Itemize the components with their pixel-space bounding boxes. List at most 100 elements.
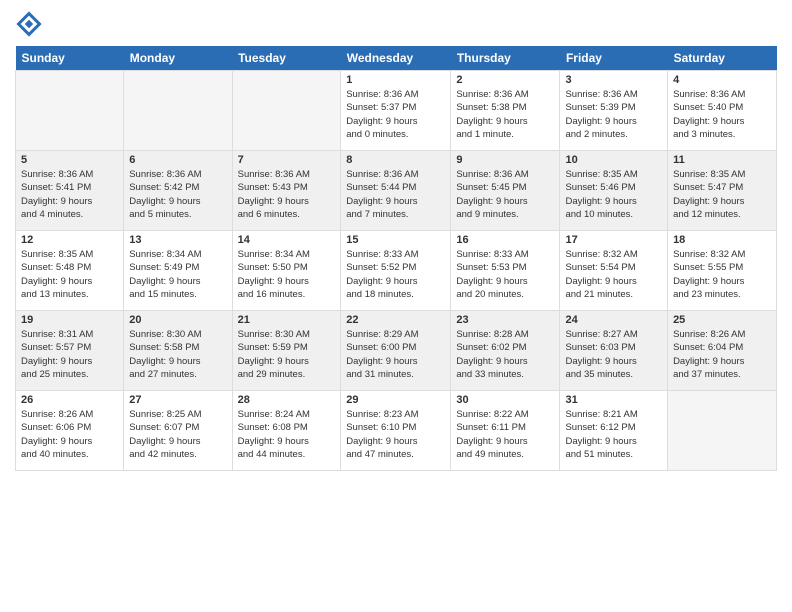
day-cell: 24 Sunrise: 8:27 AM Sunset: 6:03 PM Dayli…	[560, 311, 668, 391]
calendar: SundayMondayTuesdayWednesdayThursdayFrid…	[15, 46, 777, 471]
day-cell: 28Sunrise: 8:24 AM Sunset: 6:08 PM Dayli…	[232, 391, 341, 471]
weekday-header-monday: Monday	[124, 46, 232, 71]
day-info: Sunrise: 8:33 AM Sunset: 5:53 PM Dayligh…	[456, 248, 554, 301]
day-cell: 21 Sunrise: 8:30 AM Sunset: 5:59 PM Dayli…	[232, 311, 341, 391]
logo	[15, 10, 45, 38]
day-info: Sunrise: 8:36 AM Sunset: 5:41 PM Dayligh…	[21, 168, 118, 221]
day-info: Sunrise: 8:34 AM Sunset: 5:49 PM Dayligh…	[129, 248, 226, 301]
day-number: 15	[346, 234, 445, 246]
day-cell: 30 Sunrise: 8:22 AM Sunset: 6:11 PM Dayli…	[451, 391, 560, 471]
day-number: 7	[238, 154, 336, 166]
day-cell: 29Sunrise: 8:23 AM Sunset: 6:10 PM Dayli…	[341, 391, 451, 471]
week-row-3: 19 Sunrise: 8:31 AM Sunset: 5:57 PM Dayli…	[16, 311, 777, 391]
day-cell: 11 Sunrise: 8:35 AM Sunset: 5:47 PM Dayli…	[668, 151, 777, 231]
day-info: Sunrise: 8:28 AM Sunset: 6:02 PM Dayligh…	[456, 328, 554, 381]
weekday-header-saturday: Saturday	[668, 46, 777, 71]
day-number: 21	[238, 314, 336, 326]
day-cell: 27 Sunrise: 8:25 AM Sunset: 6:07 PM Dayli…	[124, 391, 232, 471]
day-cell: 4 Sunrise: 8:36 AM Sunset: 5:40 PM Daylig…	[668, 71, 777, 151]
day-info: Sunrise: 8:27 AM Sunset: 6:03 PM Dayligh…	[565, 328, 662, 381]
day-number: 26	[21, 394, 118, 406]
day-number: 29	[346, 394, 445, 406]
day-number: 10	[565, 154, 662, 166]
day-info: Sunrise: 8:22 AM Sunset: 6:11 PM Dayligh…	[456, 408, 554, 461]
day-number: 31	[565, 394, 662, 406]
day-cell: 3 Sunrise: 8:36 AM Sunset: 5:39 PM Daylig…	[560, 71, 668, 151]
week-row-0: 1Sunrise: 8:36 AM Sunset: 5:37 PM Daylig…	[16, 71, 777, 151]
day-info: Sunrise: 8:33 AM Sunset: 5:52 PM Dayligh…	[346, 248, 445, 301]
day-cell: 10 Sunrise: 8:35 AM Sunset: 5:46 PM Dayli…	[560, 151, 668, 231]
day-info: Sunrise: 8:36 AM Sunset: 5:40 PM Dayligh…	[673, 88, 771, 141]
day-number: 17	[565, 234, 662, 246]
day-cell: 19 Sunrise: 8:31 AM Sunset: 5:57 PM Dayli…	[16, 311, 124, 391]
day-info: Sunrise: 8:34 AM Sunset: 5:50 PM Dayligh…	[238, 248, 336, 301]
day-number: 9	[456, 154, 554, 166]
day-cell: 6 Sunrise: 8:36 AM Sunset: 5:42 PM Daylig…	[124, 151, 232, 231]
day-number: 22	[346, 314, 445, 326]
day-info: Sunrise: 8:31 AM Sunset: 5:57 PM Dayligh…	[21, 328, 118, 381]
day-info: Sunrise: 8:21 AM Sunset: 6:12 PM Dayligh…	[565, 408, 662, 461]
day-cell: 12Sunrise: 8:35 AM Sunset: 5:48 PM Dayli…	[16, 231, 124, 311]
logo-icon	[15, 10, 43, 38]
day-info: Sunrise: 8:36 AM Sunset: 5:38 PM Dayligh…	[456, 88, 554, 141]
day-number: 27	[129, 394, 226, 406]
page-container: SundayMondayTuesdayWednesdayThursdayFrid…	[0, 0, 792, 612]
day-cell: 22 Sunrise: 8:29 AM Sunset: 6:00 PM Dayli…	[341, 311, 451, 391]
day-cell: 26 Sunrise: 8:26 AM Sunset: 6:06 PM Dayli…	[16, 391, 124, 471]
day-number: 20	[129, 314, 226, 326]
day-number: 8	[346, 154, 445, 166]
week-row-2: 12Sunrise: 8:35 AM Sunset: 5:48 PM Dayli…	[16, 231, 777, 311]
day-cell: 9 Sunrise: 8:36 AM Sunset: 5:45 PM Daylig…	[451, 151, 560, 231]
day-cell: 1Sunrise: 8:36 AM Sunset: 5:37 PM Daylig…	[341, 71, 451, 151]
day-cell: 5 Sunrise: 8:36 AM Sunset: 5:41 PM Daylig…	[16, 151, 124, 231]
weekday-header-sunday: Sunday	[16, 46, 124, 71]
day-cell	[124, 71, 232, 151]
day-info: Sunrise: 8:25 AM Sunset: 6:07 PM Dayligh…	[129, 408, 226, 461]
day-cell	[16, 71, 124, 151]
day-info: Sunrise: 8:36 AM Sunset: 5:42 PM Dayligh…	[129, 168, 226, 221]
day-number: 16	[456, 234, 554, 246]
day-number: 19	[21, 314, 118, 326]
day-cell: 14 Sunrise: 8:34 AM Sunset: 5:50 PM Dayli…	[232, 231, 341, 311]
day-info: Sunrise: 8:36 AM Sunset: 5:45 PM Dayligh…	[456, 168, 554, 221]
day-cell: 2 Sunrise: 8:36 AM Sunset: 5:38 PM Daylig…	[451, 71, 560, 151]
day-cell: 20 Sunrise: 8:30 AM Sunset: 5:58 PM Dayli…	[124, 311, 232, 391]
weekday-header-wednesday: Wednesday	[341, 46, 451, 71]
day-number: 6	[129, 154, 226, 166]
day-info: Sunrise: 8:26 AM Sunset: 6:06 PM Dayligh…	[21, 408, 118, 461]
day-number: 3	[565, 74, 662, 86]
week-row-1: 5 Sunrise: 8:36 AM Sunset: 5:41 PM Daylig…	[16, 151, 777, 231]
day-info: Sunrise: 8:36 AM Sunset: 5:39 PM Dayligh…	[565, 88, 662, 141]
day-number: 25	[673, 314, 771, 326]
day-info: Sunrise: 8:36 AM Sunset: 5:43 PM Dayligh…	[238, 168, 336, 221]
day-info: Sunrise: 8:36 AM Sunset: 5:37 PM Dayligh…	[346, 88, 445, 141]
day-info: Sunrise: 8:30 AM Sunset: 5:58 PM Dayligh…	[129, 328, 226, 381]
day-info: Sunrise: 8:26 AM Sunset: 6:04 PM Dayligh…	[673, 328, 771, 381]
day-cell: 17 Sunrise: 8:32 AM Sunset: 5:54 PM Dayli…	[560, 231, 668, 311]
day-info: Sunrise: 8:24 AM Sunset: 6:08 PM Dayligh…	[238, 408, 336, 461]
day-number: 14	[238, 234, 336, 246]
day-cell: 23Sunrise: 8:28 AM Sunset: 6:02 PM Dayli…	[451, 311, 560, 391]
day-number: 24	[565, 314, 662, 326]
day-cell: 8Sunrise: 8:36 AM Sunset: 5:44 PM Daylig…	[341, 151, 451, 231]
week-row-4: 26 Sunrise: 8:26 AM Sunset: 6:06 PM Dayli…	[16, 391, 777, 471]
day-cell: 15 Sunrise: 8:33 AM Sunset: 5:52 PM Dayli…	[341, 231, 451, 311]
day-number: 4	[673, 74, 771, 86]
day-info: Sunrise: 8:32 AM Sunset: 5:54 PM Dayligh…	[565, 248, 662, 301]
day-number: 13	[129, 234, 226, 246]
day-cell: 7 Sunrise: 8:36 AM Sunset: 5:43 PM Daylig…	[232, 151, 341, 231]
day-number: 11	[673, 154, 771, 166]
day-info: Sunrise: 8:32 AM Sunset: 5:55 PM Dayligh…	[673, 248, 771, 301]
day-info: Sunrise: 8:29 AM Sunset: 6:00 PM Dayligh…	[346, 328, 445, 381]
day-cell: 25 Sunrise: 8:26 AM Sunset: 6:04 PM Dayli…	[668, 311, 777, 391]
day-number: 2	[456, 74, 554, 86]
day-info: Sunrise: 8:30 AM Sunset: 5:59 PM Dayligh…	[238, 328, 336, 381]
day-cell: 13 Sunrise: 8:34 AM Sunset: 5:49 PM Dayli…	[124, 231, 232, 311]
weekday-header-thursday: Thursday	[451, 46, 560, 71]
day-info: Sunrise: 8:35 AM Sunset: 5:47 PM Dayligh…	[673, 168, 771, 221]
day-cell: 18Sunrise: 8:32 AM Sunset: 5:55 PM Dayli…	[668, 231, 777, 311]
day-info: Sunrise: 8:35 AM Sunset: 5:48 PM Dayligh…	[21, 248, 118, 301]
day-info: Sunrise: 8:35 AM Sunset: 5:46 PM Dayligh…	[565, 168, 662, 221]
day-number: 30	[456, 394, 554, 406]
day-number: 5	[21, 154, 118, 166]
